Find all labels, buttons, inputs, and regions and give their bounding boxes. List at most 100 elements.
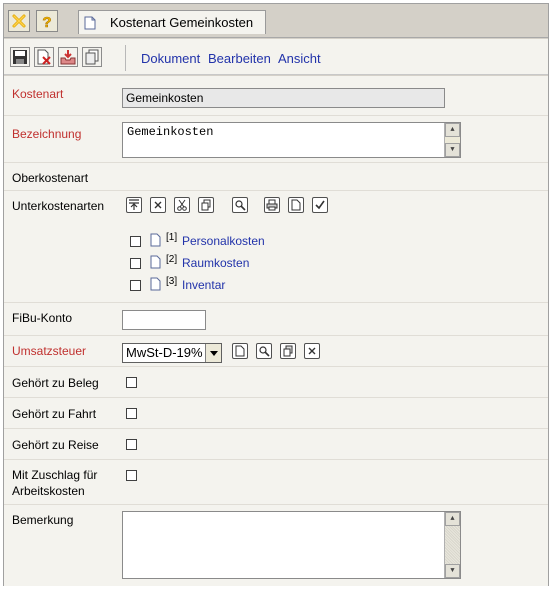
help-button[interactable]: ?	[36, 10, 58, 32]
bezeichnung-textarea[interactable]: Gemeinkosten ▲ ▼	[122, 122, 461, 158]
new-document-button[interactable]	[288, 197, 304, 213]
label-beleg: Gehört zu Beleg	[12, 376, 99, 390]
remove-button[interactable]	[150, 197, 166, 213]
remove-icon	[308, 347, 316, 355]
inbox-button[interactable]	[58, 47, 78, 67]
help-question-icon: ?	[42, 14, 52, 29]
label-fibu: FiBu-Konto	[12, 311, 73, 325]
print-icon	[266, 199, 278, 211]
reise-checkbox[interactable]	[126, 439, 137, 450]
save-button[interactable]	[10, 47, 30, 67]
cut-button[interactable]	[174, 197, 190, 213]
close-button[interactable]	[8, 10, 30, 32]
copy-icon	[85, 49, 99, 65]
delete-icon	[37, 49, 51, 65]
remove-button[interactable]	[304, 343, 320, 359]
item-link[interactable]: Personalkosten	[182, 234, 265, 248]
search-button[interactable]	[256, 343, 272, 359]
copy-icon	[201, 199, 211, 211]
svg-text:?: ?	[42, 14, 51, 29]
chevron-down-icon[interactable]	[205, 344, 221, 362]
item-checkbox[interactable]	[130, 258, 141, 269]
row-reise: Gehört zu Reise	[4, 429, 548, 460]
row-oberkostenart: Oberkostenart	[4, 163, 548, 191]
copy-button[interactable]	[82, 47, 102, 67]
menu-bearbeiten[interactable]: Bearbeiten	[208, 51, 271, 66]
scroll-down-arrow[interactable]: ▼	[445, 564, 460, 578]
item-link[interactable]: Inventar	[182, 278, 225, 292]
search-icon	[259, 346, 270, 357]
tab-title: Kostenart Gemeinkosten	[110, 15, 254, 30]
item-link[interactable]: Raumkosten	[182, 256, 249, 270]
umsatzsteuer-select[interactable]: MwSt-D-19%	[122, 343, 222, 363]
fibu-konto-input[interactable]	[122, 310, 206, 330]
new-document-icon	[235, 345, 245, 357]
zuschlag-checkbox[interactable]	[126, 470, 137, 481]
label-oberkostenart: Oberkostenart	[12, 171, 89, 185]
label-unterkostenarten: Unterkostenarten	[12, 199, 105, 213]
inbox-icon	[60, 50, 76, 65]
label-reise: Gehört zu Reise	[12, 438, 99, 452]
umsatzsteuer-selected: MwSt-D-19%	[126, 345, 203, 360]
label-bemerkung: Bemerkung	[12, 513, 74, 527]
document-icon	[150, 277, 161, 291]
close-x-icon	[12, 14, 26, 28]
save-icon	[13, 50, 27, 64]
bezeichnung-text: Gemeinkosten	[127, 125, 214, 139]
title-bar: ? Kostenart Gemeinkosten	[4, 4, 548, 38]
tab-kostenart[interactable]: Kostenart Gemeinkosten	[78, 10, 266, 34]
item-checkbox[interactable]	[130, 236, 141, 247]
kostenart-field[interactable]: Gemeinkosten	[122, 88, 445, 108]
item-index: [2]	[166, 254, 178, 265]
item-checkbox[interactable]	[130, 280, 141, 291]
row-fibu: FiBu-Konto	[4, 303, 548, 336]
search-icon	[235, 200, 246, 211]
label-kostenart: Kostenart	[12, 87, 64, 101]
search-button[interactable]	[232, 197, 248, 213]
row-beleg: Gehört zu Beleg	[4, 367, 548, 398]
label-zuschlag-line1: Mit Zuschlag für	[12, 468, 98, 482]
check-icon	[315, 200, 325, 210]
row-umsatzsteuer: Umsatzsteuer MwSt-D-19%	[4, 336, 548, 367]
check-button[interactable]	[312, 197, 328, 213]
bemerkung-textarea[interactable]: ▲ ▼	[122, 511, 461, 579]
item-index: [1]	[166, 232, 178, 243]
label-fahrt: Gehört zu Fahrt	[12, 407, 97, 421]
row-kostenart: Kostenart Gemeinkosten	[4, 76, 548, 116]
copy-icon	[283, 345, 293, 357]
document-icon	[150, 233, 161, 247]
toolbar-separator	[125, 45, 126, 71]
cut-icon	[177, 199, 187, 211]
label-zuschlag-line2: Arbeitskosten	[12, 484, 85, 498]
row-bemerkung: Bemerkung ▲ ▼	[4, 505, 548, 586]
fahrt-checkbox[interactable]	[126, 408, 137, 419]
document-icon	[84, 16, 96, 29]
bemerkung-scrollbar[interactable]: ▲ ▼	[444, 512, 460, 578]
label-umsatzsteuer: Umsatzsteuer	[12, 344, 87, 358]
document-window: ? Kostenart Gemeinkosten Dokument Bearbe…	[3, 3, 549, 586]
scroll-up-arrow[interactable]: ▲	[445, 512, 460, 526]
menu-ansicht[interactable]: Ansicht	[278, 51, 321, 66]
menu-dokument[interactable]: Dokument	[141, 51, 200, 66]
delete-button[interactable]	[34, 47, 54, 67]
copy-entry-button[interactable]	[198, 197, 214, 213]
print-button[interactable]	[264, 197, 280, 213]
label-zuschlag: Mit Zuschlag für Arbeitskosten	[12, 467, 97, 499]
beleg-checkbox[interactable]	[126, 377, 137, 388]
remove-icon	[154, 201, 162, 209]
document-icon	[150, 255, 161, 269]
toolbar: Dokument Bearbeiten Ansicht	[4, 39, 548, 75]
row-fahrt: Gehört zu Fahrt	[4, 398, 548, 429]
item-index: [3]	[166, 276, 178, 287]
row-unterkostenarten: Unterkostenarten [1] Personalkosten [2] …	[4, 191, 548, 303]
label-bezeichnung: Bezeichnung	[12, 127, 82, 141]
copy-entry-button[interactable]	[280, 343, 296, 359]
new-entry-button[interactable]	[232, 343, 248, 359]
scroll-up-arrow[interactable]: ▲	[445, 123, 460, 137]
bezeichnung-scrollbar[interactable]: ▲ ▼	[444, 123, 460, 157]
move-top-icon	[129, 199, 139, 210]
move-top-button[interactable]	[126, 197, 142, 213]
oberkostenart-value[interactable]	[116, 163, 548, 190]
row-zuschlag: Mit Zuschlag für Arbeitskosten	[4, 460, 548, 505]
scroll-down-arrow[interactable]: ▼	[445, 143, 460, 157]
